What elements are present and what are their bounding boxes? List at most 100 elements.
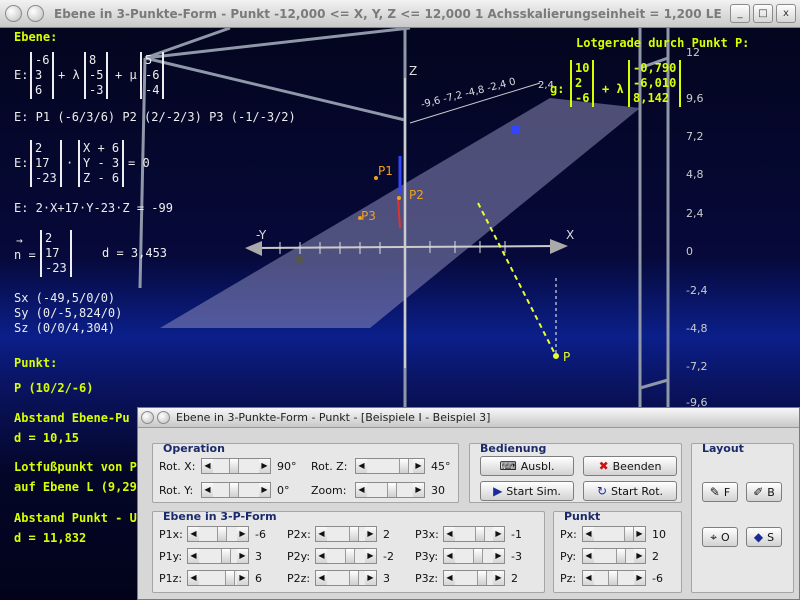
start-rot-button[interactable]: ↻ Start Rot. [583, 481, 677, 501]
zoom-slider[interactable]: ◀ ▶ [355, 482, 425, 498]
arrow-left-icon[interactable]: ◀ [188, 527, 199, 541]
arrow-left-icon[interactable]: ◀ [356, 483, 367, 497]
arrow-right-icon[interactable]: ▶ [365, 549, 376, 563]
arrow-left-icon[interactable]: ◀ [316, 527, 327, 541]
px-slider[interactable]: ◀ ▶ [582, 526, 646, 542]
layout-b-button[interactable]: ✐ B [746, 482, 782, 502]
dialog-title: Ebene in 3-Punkte-Form - Punkt - [Beispi… [176, 411, 491, 424]
rot-z-value: 45° [431, 459, 451, 473]
p3x-value: -1 [511, 527, 522, 541]
abstand-heading: Abstand Ebene-Pu [14, 411, 130, 425]
scale-tick: -7,2 [686, 360, 708, 373]
crosshair-icon: ⌖ [710, 529, 718, 544]
arrow-left-icon[interactable]: ◀ [444, 527, 455, 541]
layout-label: Layout [702, 442, 744, 455]
layout-b-label: B [767, 485, 775, 499]
trace-sx: Sx (-49,5/0/0) [14, 291, 116, 305]
arrow-left-icon[interactable]: ◀ [583, 549, 594, 563]
layout-f-button[interactable]: ✎ F [702, 482, 738, 502]
p3y-slider[interactable]: ◀ ▶ [443, 548, 505, 564]
arrow-left-icon[interactable]: ◀ [583, 571, 594, 585]
arrow-right-icon[interactable]: ▶ [413, 459, 424, 473]
window-titlebar: Ebene in 3-Punkte-Form - Punkt -12,000 <… [0, 0, 800, 28]
arrow-right-icon[interactable]: ▶ [365, 527, 376, 541]
g-label: g: [550, 82, 565, 96]
arrow-right-icon[interactable]: ▶ [259, 459, 270, 473]
arrow-right-icon[interactable]: ▶ [634, 549, 645, 563]
punkt-value: P (10/2/-6) [14, 381, 94, 395]
trace-sy: Sy (0/-5,824/0) [14, 306, 123, 320]
arrow-right-icon[interactable]: ▶ [493, 527, 504, 541]
p1-label: P1 [378, 164, 393, 178]
p1x-slider[interactable]: ◀ ▶ [187, 526, 249, 542]
arrow-right-icon[interactable]: ▶ [365, 571, 376, 585]
p3z-slider[interactable]: ◀ ▶ [443, 570, 505, 586]
p2-point [397, 196, 401, 200]
brush-icon: ✎ [709, 485, 720, 499]
scale-tick: 9,6 [686, 92, 704, 105]
py-slider[interactable]: ◀ ▶ [582, 548, 646, 564]
rot-z-slider[interactable]: ◀ ▶ [355, 458, 425, 474]
arrow-right-icon[interactable]: ▶ [237, 571, 248, 585]
normal-vector-matrix: 2 17 -23 [30, 140, 62, 187]
arrow-right-icon[interactable]: ▶ [634, 527, 645, 541]
arrow-left-icon[interactable]: ◀ [316, 571, 327, 585]
ausbl-button[interactable]: ⌨ Ausbl. [480, 456, 574, 476]
p1y-slider[interactable]: ◀ ▶ [187, 548, 249, 564]
lotgerade-heading: Lotgerade durch Punkt P: [576, 36, 750, 50]
rot-y-value: 0° [277, 483, 290, 497]
maximize-button[interactable]: □ [753, 4, 773, 23]
arrow-right-icon[interactable]: ▶ [634, 571, 645, 585]
dialog-pin-icon[interactable] [157, 411, 170, 424]
beenden-button[interactable]: ✖ Beenden [583, 456, 677, 476]
arrow-right-icon[interactable]: ▶ [413, 483, 424, 497]
rot-x-slider[interactable]: ◀ ▶ [201, 458, 271, 474]
p2x-label: P2x: [287, 527, 311, 541]
arrow-right-icon[interactable]: ▶ [259, 483, 270, 497]
close-button[interactable]: x [776, 4, 796, 23]
layout-o-button[interactable]: ⌖ O [702, 527, 738, 547]
p2y-slider[interactable]: ◀ ▶ [315, 548, 377, 564]
rot-x-label: Rot. X: [159, 459, 196, 473]
arrow-left-icon[interactable]: ◀ [583, 527, 594, 541]
start-sim-button[interactable]: ▶ Start Sim. [480, 481, 574, 501]
p2z-slider[interactable]: ◀ ▶ [315, 570, 377, 586]
z-axis-label: Z [409, 64, 418, 78]
punkt-heading: Punkt: [14, 356, 58, 370]
ausbl-label: Ausbl. [520, 459, 555, 473]
ebene-label: Ebene in 3-P-Form [163, 510, 277, 523]
dialog-menu-icon[interactable] [141, 411, 154, 424]
pz-slider[interactable]: ◀ ▶ [582, 570, 646, 586]
zoom-value: 30 [431, 483, 445, 497]
p2x-slider[interactable]: ◀ ▶ [315, 526, 377, 542]
arrow-right-icon[interactable]: ▶ [493, 549, 504, 563]
lotgerade-direction-vector: -0,790 -6,010 8,142 [628, 60, 682, 107]
arrow-left-icon[interactable]: ◀ [444, 571, 455, 585]
trace-sz: Sz (0/0/4,304) [14, 321, 116, 335]
p1x-label: P1x: [159, 527, 183, 541]
arrow-left-icon[interactable]: ◀ [188, 571, 199, 585]
layout-group: Layout ✎ F ✐ B ⌖ O ◆ S [691, 442, 794, 593]
window-pin-icon[interactable] [27, 5, 44, 22]
p1z-slider[interactable]: ◀ ▶ [187, 570, 249, 586]
minimize-button[interactable]: _ [730, 4, 750, 23]
scale-tick: 0 [686, 245, 693, 258]
window-menu-icon[interactable] [5, 5, 22, 22]
arrow-left-icon[interactable]: ◀ [188, 549, 199, 563]
arrow-left-icon[interactable]: ◀ [316, 549, 327, 563]
arrow-right-icon[interactable]: ▶ [237, 549, 248, 563]
rot-y-slider[interactable]: ◀ ▶ [201, 482, 271, 498]
p3-label: P3 [361, 209, 376, 223]
y-axis-label: -Y [256, 228, 267, 242]
rot-y-label: Rot. Y: [159, 483, 194, 497]
arrow-left-icon[interactable]: ◀ [356, 459, 367, 473]
n-arrow: → [16, 234, 23, 247]
arrow-right-icon[interactable]: ▶ [237, 527, 248, 541]
arrow-left-icon[interactable]: ◀ [202, 483, 213, 497]
arrow-right-icon[interactable]: ▶ [493, 571, 504, 585]
arrow-left-icon[interactable]: ◀ [202, 459, 213, 473]
p3x-slider[interactable]: ◀ ▶ [443, 526, 505, 542]
layout-s-button[interactable]: ◆ S [746, 527, 782, 547]
p3z-value: 2 [511, 571, 518, 585]
arrow-left-icon[interactable]: ◀ [444, 549, 455, 563]
